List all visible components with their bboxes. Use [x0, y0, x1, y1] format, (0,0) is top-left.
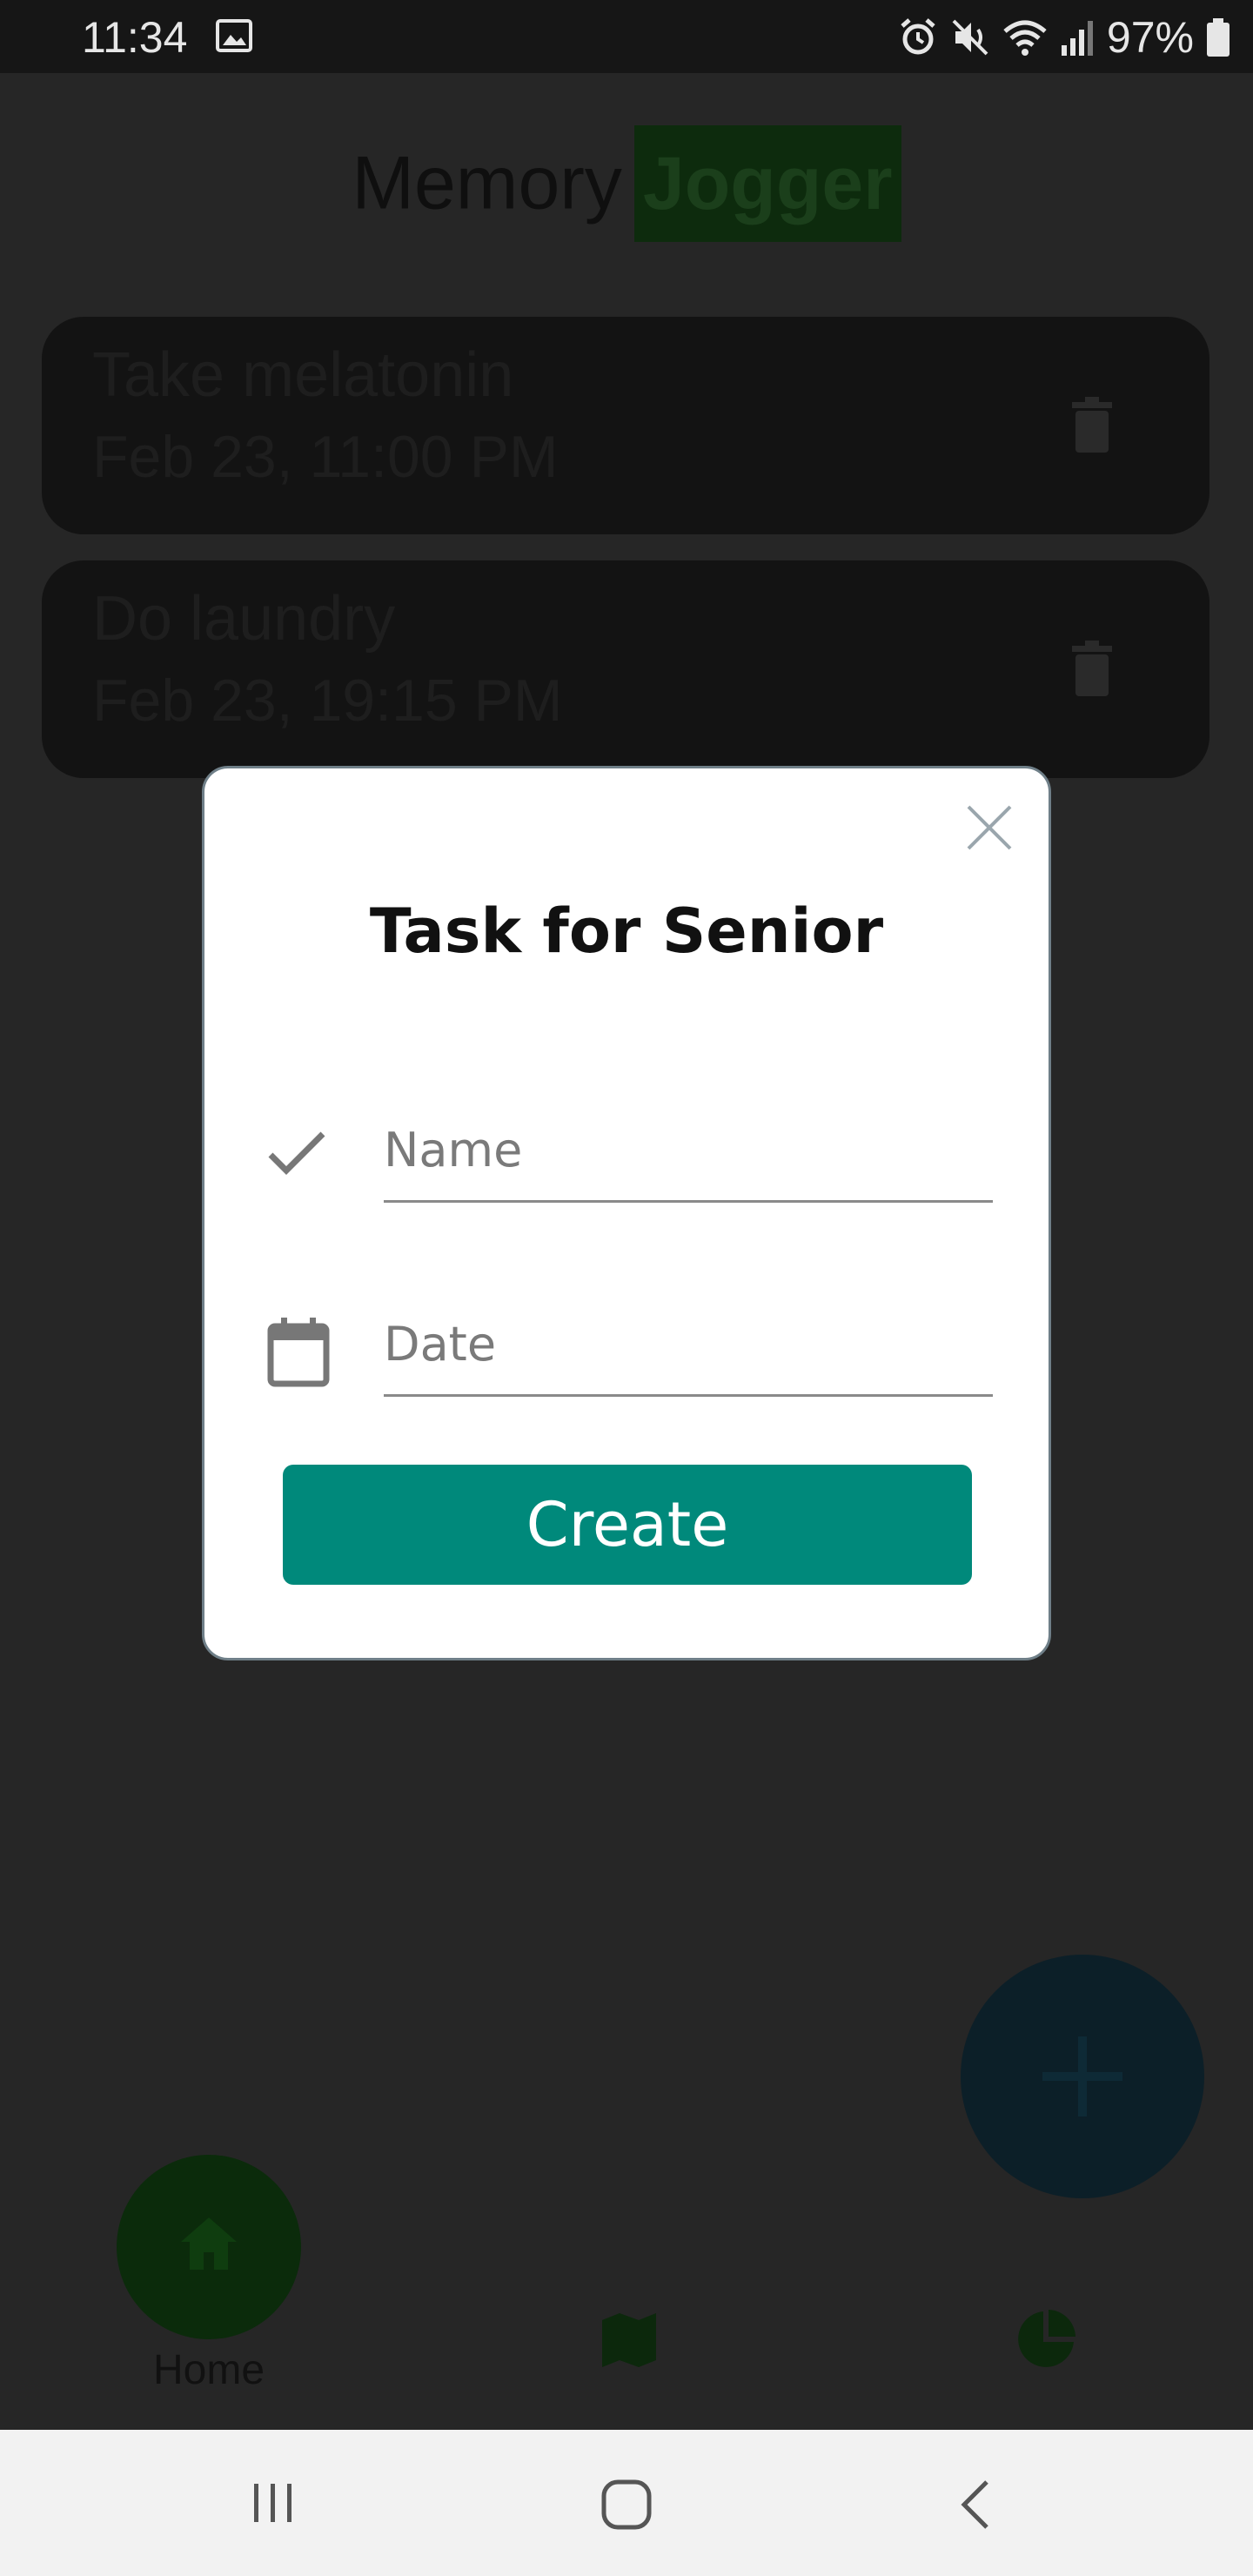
calendar-icon[interactable] — [267, 1318, 330, 1387]
check-icon — [268, 1131, 325, 1175]
task-date: Feb 23, 19:15 PM — [92, 667, 563, 734]
home-icon — [181, 2217, 237, 2270]
map-icon[interactable] — [600, 2311, 658, 2369]
task-dialog: Task for Senior Create — [202, 766, 1051, 1660]
battery-icon — [1207, 18, 1230, 57]
create-button[interactable]: Create — [283, 1465, 972, 1585]
trash-icon[interactable] — [1070, 397, 1114, 453]
mute-icon — [952, 19, 988, 56]
nav-home-button[interactable] — [117, 2155, 301, 2339]
plus-icon — [1042, 2036, 1122, 2116]
back-icon[interactable] — [954, 2477, 999, 2532]
trash-icon[interactable] — [1070, 641, 1114, 696]
name-field-row — [204, 768, 1049, 908]
recents-icon[interactable] — [247, 2477, 299, 2529]
nav-home-label: Home — [152, 2347, 265, 2393]
task-name: Do laundry — [92, 584, 396, 654]
name-input[interactable] — [384, 1099, 993, 1203]
date-field — [204, 1293, 1049, 1432]
status-bar: 11:34 97% — [0, 0, 1253, 73]
system-nav-bar — [0, 2430, 1253, 2576]
add-task-button[interactable] — [961, 1955, 1204, 2198]
pie-chart-icon[interactable] — [1015, 2308, 1077, 2371]
task-card[interactable]: Take melatonin Feb 23, 11:00 PM — [42, 317, 1209, 534]
app-brand: Memory Jogger — [0, 125, 1253, 242]
status-time: 11:34 — [82, 13, 188, 62]
task-card[interactable]: Do laundry Feb 23, 19:15 PM — [42, 560, 1209, 778]
brand-word-jogger: Jogger — [633, 125, 901, 242]
name-field — [204, 1099, 1049, 1238]
wifi-icon — [1003, 20, 1047, 56]
brand-word-memory: Memory — [352, 141, 622, 225]
battery-percentage: 97% — [1106, 13, 1194, 62]
task-date: Feb 23, 11:00 PM — [92, 424, 559, 490]
task-name: Take melatonin — [92, 340, 514, 410]
status-icons: 97% — [898, 12, 1230, 63]
home-circle-icon[interactable] — [599, 2477, 654, 2532]
image-icon — [216, 19, 252, 52]
signal-icon — [1061, 21, 1093, 56]
alarm-icon — [901, 18, 935, 55]
date-input[interactable] — [384, 1293, 993, 1397]
